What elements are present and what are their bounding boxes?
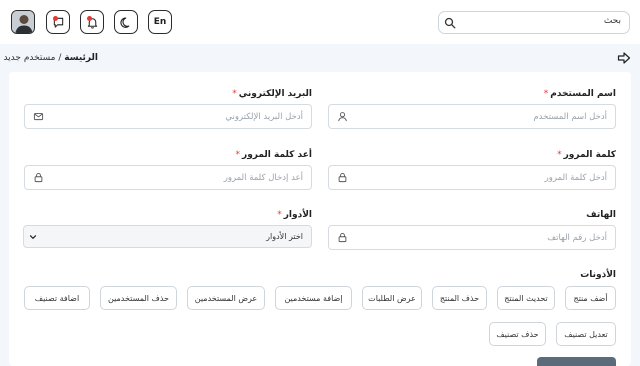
username-label-text: اسم المستخدم bbox=[550, 89, 616, 99]
theme-toggle-button[interactable] bbox=[114, 10, 138, 34]
permission-view-orders[interactable]: عرض الطلبات bbox=[362, 286, 422, 310]
phone-label: الهاتف bbox=[586, 210, 616, 220]
language-label: En bbox=[153, 17, 167, 27]
phone-placeholder: أدخل رقم الهاتف bbox=[547, 233, 607, 243]
messages-button[interactable] bbox=[46, 10, 70, 34]
permission-delete-category[interactable]: حذف تصنيف bbox=[489, 322, 546, 346]
permission-update-product[interactable]: تحديث المنتج bbox=[497, 286, 555, 310]
avatar[interactable] bbox=[11, 10, 35, 34]
email-label: البريد الإلكتروني* bbox=[232, 89, 312, 99]
top-bar: بحث En bbox=[0, 0, 640, 44]
user-avatar-image bbox=[12, 11, 34, 33]
phone-label-text: الهاتف bbox=[586, 210, 616, 220]
breadcrumb-home[interactable]: الرئيسة bbox=[64, 53, 98, 63]
envelope-icon bbox=[33, 113, 44, 121]
permission-delete-users[interactable]: حذف المستخدمين bbox=[100, 286, 177, 310]
required-marker: * bbox=[235, 150, 241, 160]
confirm-password-label-text: أعد كلمة المرور bbox=[242, 150, 312, 160]
phone-field[interactable]: أدخل رقم الهاتف bbox=[328, 225, 616, 250]
user-icon bbox=[338, 112, 347, 122]
password-label: كلمة المرور* bbox=[557, 150, 616, 160]
breadcrumb-separator: / bbox=[55, 53, 65, 63]
moon-icon bbox=[119, 16, 129, 28]
breadcrumb: الرئيسة / مستخدم جديد bbox=[3, 53, 98, 63]
search-placeholder: بحث bbox=[603, 16, 621, 26]
required-marker: * bbox=[557, 150, 562, 160]
search-input[interactable]: بحث bbox=[438, 11, 630, 34]
permission-view-users[interactable]: عرض المستخدمين bbox=[187, 286, 265, 310]
confirm-password-field[interactable]: أعد إدخال كلمة المرور bbox=[24, 165, 312, 190]
notifications-button[interactable] bbox=[80, 10, 104, 34]
notification-dot bbox=[87, 16, 92, 21]
roles-label: الأدوار* bbox=[277, 210, 312, 220]
roles-label-text: الأدوار bbox=[283, 210, 312, 220]
permission-add-users[interactable]: إضافة مستخدمين bbox=[275, 286, 352, 310]
password-field[interactable]: أدخل كلمة المرور bbox=[328, 165, 616, 190]
breadcrumb-current: مستخدم جديد bbox=[3, 53, 56, 63]
lock-icon bbox=[34, 173, 43, 183]
chevron-down-icon bbox=[29, 235, 37, 239]
confirm-password-placeholder: أعد إدخال كلمة المرور bbox=[223, 173, 303, 183]
username-field[interactable]: أدخل اسم المستخدم bbox=[328, 104, 616, 129]
email-field[interactable]: أدخل البريد الإلكتروني bbox=[24, 104, 312, 129]
permissions-label-text: الأذونات bbox=[580, 270, 616, 280]
confirm-password-label: أعد كلمة المرور* bbox=[236, 150, 312, 160]
password-placeholder: أدخل كلمة المرور bbox=[544, 173, 607, 183]
password-label-text: كلمة المرور bbox=[563, 150, 616, 160]
roles-selected-value: اختر الأدوار bbox=[266, 232, 303, 241]
lock-icon bbox=[338, 173, 347, 183]
language-button[interactable]: En bbox=[148, 10, 172, 34]
permissions-label: الأذونات bbox=[580, 270, 616, 280]
submit-button[interactable] bbox=[537, 357, 616, 366]
search-icon bbox=[444, 17, 456, 29]
username-placeholder: أدخل اسم المستخدم bbox=[533, 112, 607, 122]
permission-add-category[interactable]: اضافة تصنيف bbox=[24, 286, 90, 310]
permission-edit-category[interactable]: تعديل تصنيف bbox=[556, 322, 616, 346]
required-marker: * bbox=[232, 89, 237, 99]
required-marker: * bbox=[543, 89, 549, 99]
required-marker: * bbox=[277, 210, 282, 220]
permission-delete-product[interactable]: حذف المنتج bbox=[432, 286, 487, 310]
breadcrumb-bar: الرئيسة / مستخدم جديد bbox=[0, 44, 640, 72]
back-arrow-icon[interactable] bbox=[617, 51, 631, 65]
permission-add-product[interactable]: أضف منتج bbox=[565, 286, 616, 310]
roles-select[interactable]: اختر الأدوار bbox=[23, 225, 312, 248]
username-label: اسم المستخدم* bbox=[544, 89, 616, 99]
lock-icon bbox=[338, 233, 347, 243]
email-placeholder: أدخل البريد الإلكتروني bbox=[225, 112, 303, 122]
message-dot bbox=[53, 16, 58, 21]
email-label-text: البريد الإلكتروني bbox=[238, 89, 312, 99]
